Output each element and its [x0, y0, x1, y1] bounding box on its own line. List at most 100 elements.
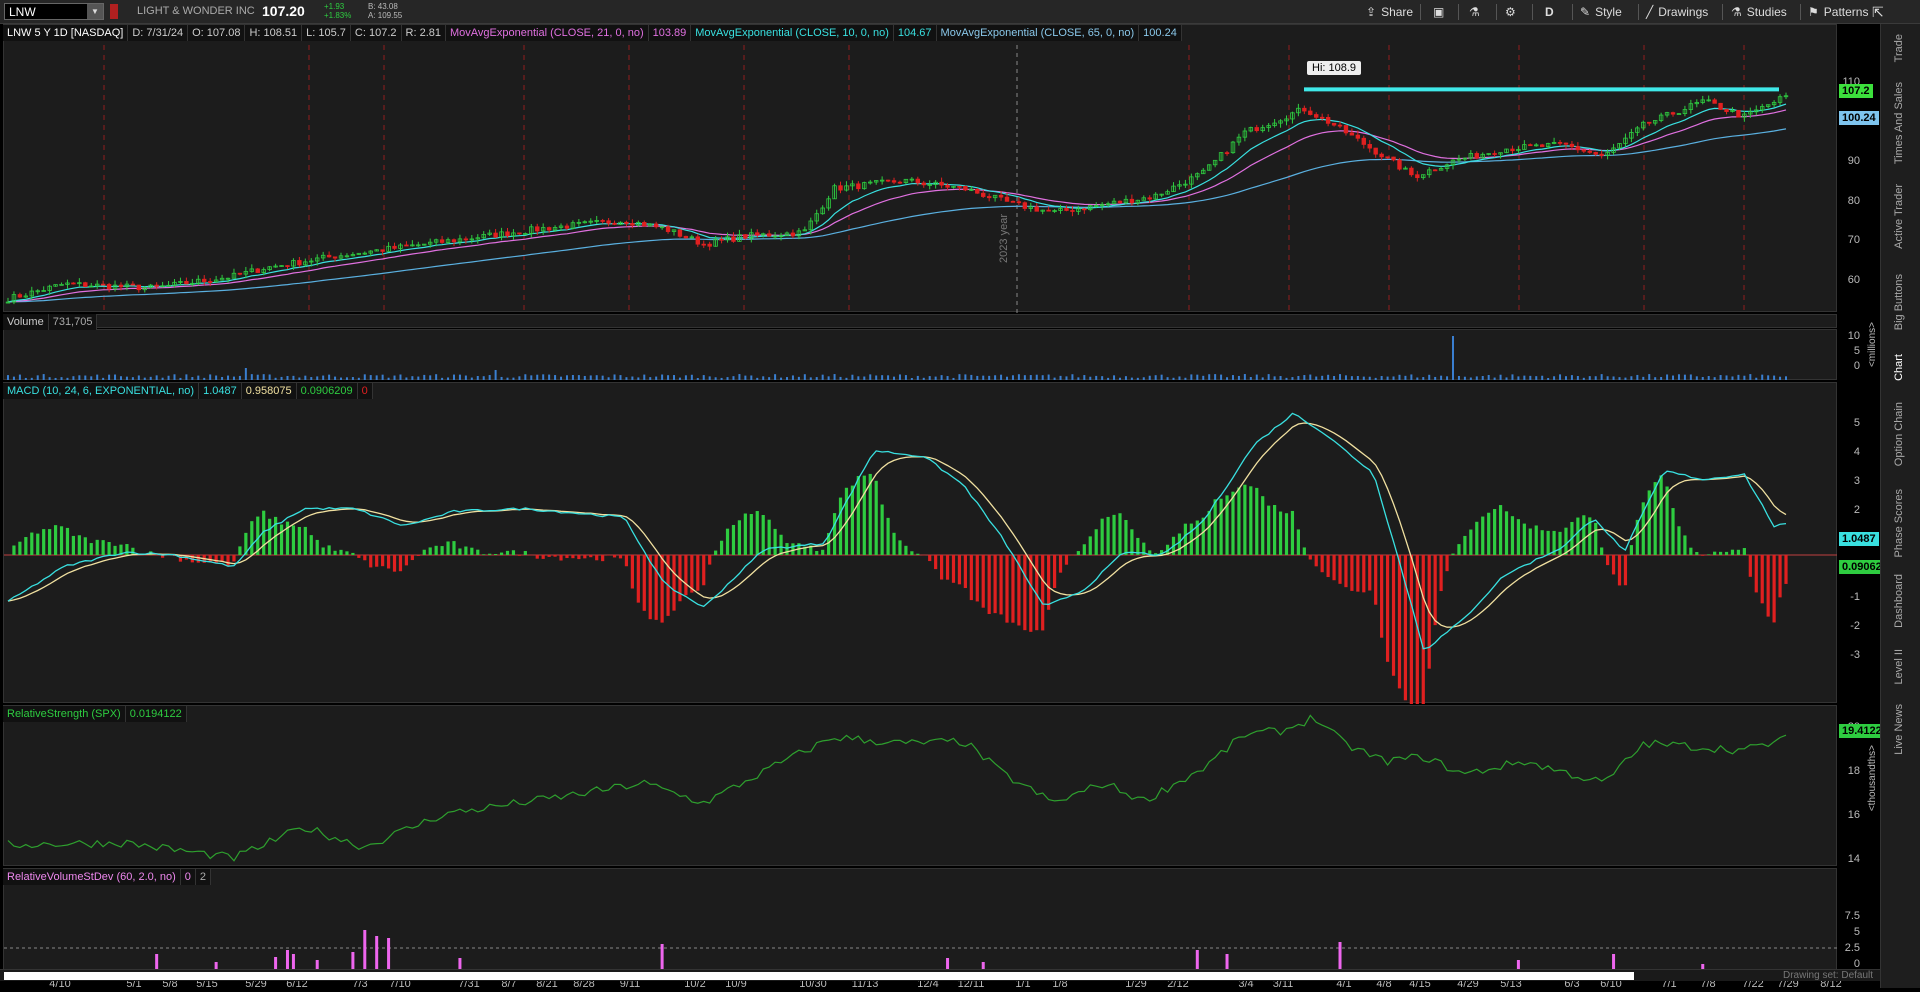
candle-body — [1148, 198, 1152, 199]
volume-bar — [399, 375, 401, 380]
horizontal-scrollbar[interactable]: Drawing set: Default — [0, 969, 1880, 981]
rv-header: RelativeVolumeStDev (60, 2.0, no) 0 2 — [3, 869, 211, 885]
snapshot-button[interactable]: ▣ — [1433, 3, 1444, 21]
volume-bar — [893, 377, 895, 380]
rs-label[interactable]: RelativeStrength (SPX) — [3, 706, 126, 722]
volume-bar — [66, 378, 68, 380]
macd-histogram-bar — [1023, 555, 1026, 630]
volume-bar — [1089, 377, 1091, 380]
macd-label[interactable]: MACD (10, 24, 6, EXPONENTIAL, no) — [3, 383, 199, 399]
macd-histogram-bar — [589, 555, 592, 557]
period-button[interactable]: D — [1545, 3, 1554, 21]
patterns-button[interactable]: ⚑Patterns — [1808, 3, 1868, 21]
candle-body — [1725, 109, 1729, 111]
ma21-label[interactable]: MovAvgExponential (CLOSE, 21, 0, no) — [446, 25, 649, 41]
share-button[interactable]: ⇪Share — [1366, 3, 1413, 21]
volume-bar — [590, 375, 592, 380]
candle-body — [535, 227, 539, 231]
macd-histogram-bar — [1261, 496, 1264, 555]
price-pane[interactable] — [3, 24, 1837, 312]
rv-pane[interactable] — [3, 868, 1837, 975]
ma65-value: 100.24 — [1139, 25, 1182, 41]
macd-histogram-bar — [113, 546, 116, 555]
volume-bar — [584, 376, 586, 380]
macd-histogram-bar — [131, 548, 134, 555]
drawings-button[interactable]: ╱Drawings — [1646, 3, 1708, 21]
macd-histogram-bar — [339, 550, 342, 555]
volume-bar — [1737, 375, 1739, 380]
macd-histogram-bar — [435, 546, 438, 555]
sidebar-tab-chart[interactable]: Chart — [1893, 354, 1905, 381]
candle-body — [547, 228, 551, 230]
sidebar-tab-trade[interactable]: Trade — [1893, 34, 1905, 62]
volume-bar — [96, 375, 98, 380]
macd-histogram-bar — [1767, 555, 1770, 617]
sidebar-tab-times-and-sales[interactable]: Times And Sales — [1893, 82, 1905, 164]
rv-tick: 2.5 — [1845, 942, 1860, 954]
macd-histogram-bar — [316, 540, 319, 555]
volume-chart-svg — [4, 330, 1838, 381]
macd-histogram-bar — [1112, 515, 1115, 555]
macd-hist-value: 0.0906209 — [297, 383, 358, 399]
volume-bar — [1280, 376, 1282, 380]
volume-bar — [7, 375, 9, 380]
macd-histogram-bar — [1380, 555, 1383, 638]
candle-body — [940, 182, 944, 185]
volume-tick: 0 — [1854, 360, 1860, 372]
volume-bar — [566, 375, 568, 380]
volume-bar — [72, 376, 74, 380]
volume-bar — [19, 375, 21, 380]
candle-body — [1308, 111, 1312, 115]
volume-bar — [703, 375, 705, 380]
settings-button[interactable]: ⚙ — [1505, 3, 1516, 21]
sidebar-tab-level-ii[interactable]: Level II — [1893, 649, 1905, 684]
flag-icon[interactable] — [110, 4, 118, 19]
volume-bar — [1702, 377, 1704, 380]
volume-bar — [881, 375, 883, 380]
sidebar-tab-big-buttons[interactable]: Big Buttons — [1893, 274, 1905, 330]
volume-bar — [364, 374, 366, 380]
volume-bar — [61, 377, 63, 380]
chevron-down-icon[interactable]: ▼ — [87, 4, 103, 19]
scrollbar-thumb[interactable] — [4, 972, 1634, 980]
volume-bar — [869, 374, 871, 380]
macd-histogram-bar — [1332, 555, 1335, 580]
ma10-label[interactable]: MovAvgExponential (CLOSE, 10, 0, no) — [691, 25, 894, 41]
sidebar-tab-option-chain[interactable]: Option Chain — [1893, 402, 1905, 466]
macd-histogram-bar — [928, 555, 931, 561]
volume-bar — [1030, 375, 1032, 380]
lab-button[interactable]: ⚗ — [1469, 3, 1480, 21]
sidebar-tab-dashboard[interactable]: Dashboard — [1893, 574, 1905, 628]
sidebar-tab-phase-scores[interactable]: Phase Scores — [1893, 489, 1905, 557]
volume-bar — [382, 375, 384, 380]
volume-bar — [631, 377, 633, 380]
ma65-label[interactable]: MovAvgExponential (CLOSE, 65, 0, no) — [937, 25, 1140, 41]
chart-area[interactable]: LNW 5 Y 1D [NASDAQ] D: 7/31/24 O: 107.08… — [0, 24, 1880, 981]
macd-histogram-bar — [1719, 552, 1722, 555]
volume-bar — [1500, 375, 1502, 380]
ma65-badge: 100.24 — [1839, 111, 1879, 125]
sidebar-tab-live-news[interactable]: Live News — [1893, 704, 1905, 755]
sidebar-tab-active-trader[interactable]: Active Trader — [1893, 184, 1905, 249]
studies-button[interactable]: ⚗Studies — [1731, 3, 1787, 21]
style-button[interactable]: ✎Style — [1580, 3, 1622, 21]
rs-pane[interactable] — [3, 705, 1837, 866]
volume-bar — [394, 376, 396, 380]
symbol-input[interactable]: LNW▼ — [4, 3, 104, 20]
candle-body — [327, 255, 331, 257]
rv-label[interactable]: RelativeVolumeStDev (60, 2.0, no) — [3, 869, 181, 885]
collapse-button[interactable]: ⇱ — [1872, 3, 1884, 21]
macd-histogram-bar — [1327, 555, 1330, 577]
drawing-set-label[interactable]: Drawing set: Default — [1783, 970, 1873, 981]
volume-pane[interactable] — [3, 329, 1837, 380]
candle-body — [1035, 207, 1039, 211]
volume-bar — [358, 378, 360, 380]
macd-pane[interactable] — [3, 382, 1837, 703]
macd-histogram-bar — [304, 527, 307, 555]
macd-histogram-bar — [423, 550, 426, 555]
macd-histogram-bar — [405, 555, 408, 565]
candle-body — [137, 285, 141, 290]
candle-body — [494, 233, 498, 237]
volume-bar — [1065, 376, 1067, 380]
macd-histogram-bar — [542, 555, 545, 559]
